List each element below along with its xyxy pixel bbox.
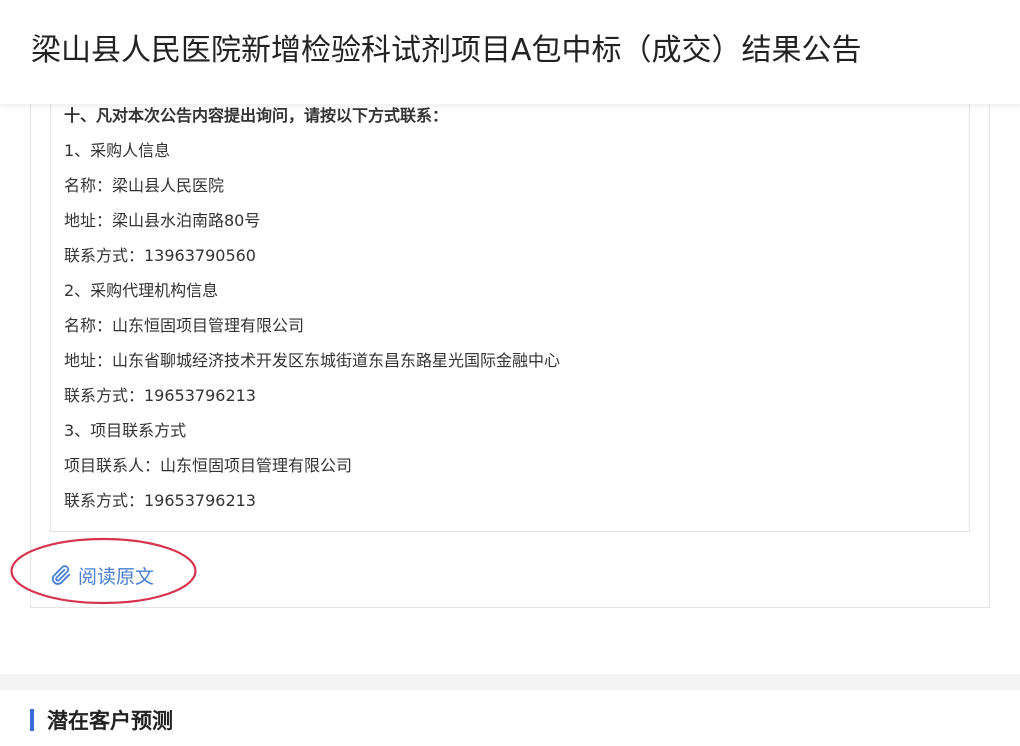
list-item: 联系方式：13963790560 [64,246,256,265]
contact-info-list: 十、凡对本次公告内容提出询问，请按以下方式联系： 1、采购人信息 名称：梁山县人… [64,99,560,519]
list-item: 联系方式：19653796213 [64,491,256,510]
read-original-label: 阅读原文 [78,565,155,588]
page: 十、凡对本次公告内容提出询问，请按以下方式联系： 1、采购人信息 名称：梁山县人… [0,0,1020,746]
list-item: 地址：梁山县水泊南路80号 [64,211,261,230]
list-item: 名称：山东恒固项目管理有限公司 [64,316,305,335]
section-divider [0,674,1020,690]
list-item: 名称：梁山县人民医院 [64,176,225,195]
section-title: 潜在客户预测 [47,709,173,733]
list-item: 联系方式：19653796213 [64,386,256,405]
potential-customers-section-header: 潜在客户预测 [30,706,173,734]
list-item: 1、采购人信息 [64,141,171,160]
paperclip-icon [51,565,71,585]
list-item: 项目联系人：山东恒固项目管理有限公司 [64,456,353,475]
page-header: 梁山县人民医院新增检验科试剂项目A包中标（成交）结果公告 [0,0,1020,104]
list-item: 地址：山东省聊城经济技术开发区东城街道东昌东路星光国际金融中心 [64,351,561,370]
read-original-link[interactable]: 阅读原文 [50,560,154,590]
list-item: 3、项目联系方式 [64,421,187,440]
contact-section-heading: 十、凡对本次公告内容提出询问，请按以下方式联系： [64,106,449,125]
list-item: 2、采购代理机构信息 [64,281,219,300]
page-title: 梁山县人民医院新增检验科试剂项目A包中标（成交）结果公告 [31,33,862,68]
section-accent-bar [30,709,34,731]
